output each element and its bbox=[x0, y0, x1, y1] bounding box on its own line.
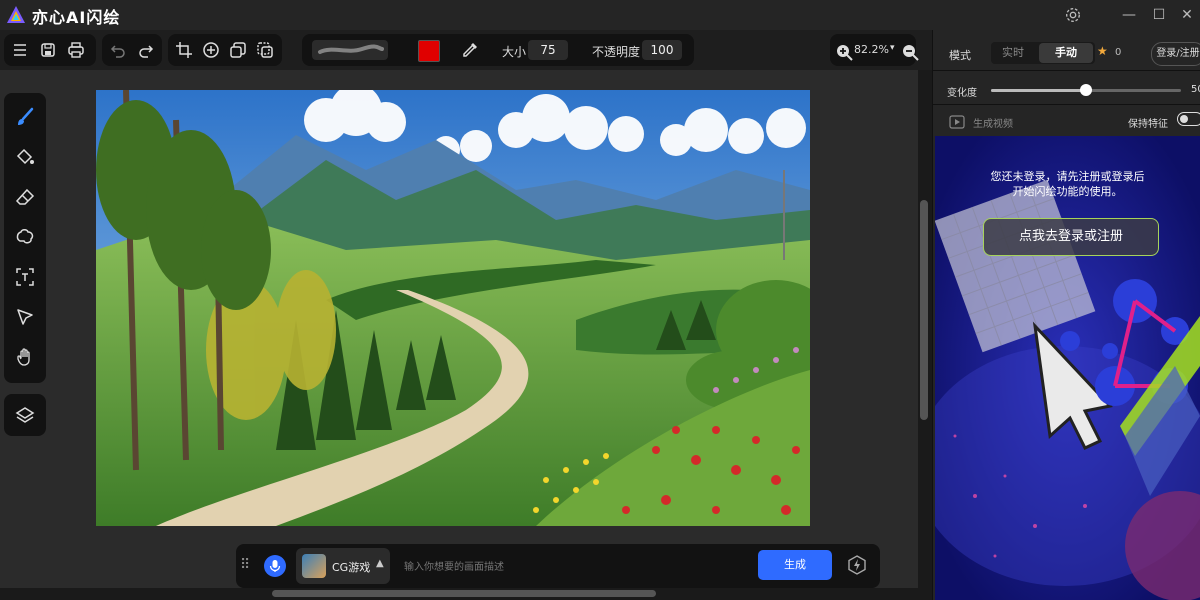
zoom-dropdown-icon[interactable]: ▾ bbox=[890, 43, 895, 53]
variation-value: 50 bbox=[1191, 84, 1200, 95]
prompt-bar: ⠿ CG游戏 ▲ 生成 bbox=[236, 544, 880, 588]
style-thumbnail bbox=[302, 554, 326, 578]
mode-toggle: 实时 手动 bbox=[991, 42, 1095, 64]
login-register-button[interactable]: 登录/注册 bbox=[1151, 42, 1200, 66]
keep-features-label: 保持特征 bbox=[1128, 119, 1168, 130]
canvas-toolbar bbox=[168, 34, 282, 66]
mode-realtime-tab[interactable]: 实时 bbox=[991, 42, 1035, 64]
brush-toolbar: 大小 75 不透明度 100 bbox=[302, 34, 694, 66]
variation-slider-track[interactable] bbox=[991, 84, 1181, 96]
vertical-scroll-thumb[interactable] bbox=[920, 200, 928, 420]
panel-divider-2 bbox=[933, 104, 1200, 105]
app-title: 亦心AI闪绘 bbox=[32, 8, 121, 27]
menu-icon[interactable] bbox=[10, 40, 30, 60]
eyedropper-icon[interactable] bbox=[460, 40, 480, 60]
prompt-input[interactable] bbox=[402, 556, 746, 578]
horizontal-scroll-thumb[interactable] bbox=[272, 590, 656, 597]
stars-count: 0 bbox=[1115, 47, 1122, 58]
history-toolbar bbox=[102, 34, 162, 66]
star-icon: ★ bbox=[1097, 44, 1108, 58]
login-message-line2: 开始闪绘功能的使用。 bbox=[1012, 185, 1123, 198]
zoom-level[interactable]: 82.2% bbox=[854, 43, 889, 56]
canvas-image[interactable] bbox=[96, 90, 810, 526]
brush-icon[interactable] bbox=[15, 107, 35, 127]
opacity-label: 不透明度 bbox=[592, 45, 641, 59]
model-settings-icon[interactable] bbox=[846, 554, 868, 576]
app-logo-icon bbox=[7, 6, 25, 23]
text-select-icon[interactable] bbox=[15, 267, 35, 287]
merge-icon[interactable] bbox=[255, 40, 275, 60]
generate-button[interactable]: 生成 bbox=[758, 550, 832, 580]
variation-label: 变化度 bbox=[947, 88, 977, 99]
layers-icon bbox=[15, 405, 35, 425]
drag-handle-icon[interactable]: ⠿ bbox=[240, 557, 250, 573]
zoom-out-icon[interactable] bbox=[900, 42, 919, 61]
copy-icon[interactable] bbox=[228, 40, 248, 60]
mode-manual-tab[interactable]: 手动 bbox=[1039, 43, 1093, 63]
crop-icon[interactable] bbox=[174, 40, 194, 60]
opacity-input[interactable]: 100 bbox=[642, 40, 682, 60]
settings-icon[interactable] bbox=[1064, 6, 1082, 24]
keep-features-toggle[interactable] bbox=[1177, 112, 1200, 126]
size-label: 大小 bbox=[502, 45, 527, 59]
tool-palette bbox=[4, 93, 46, 383]
style-selector[interactable]: CG游戏 ▲ bbox=[296, 548, 390, 584]
maximize-button[interactable]: ☐ bbox=[1150, 6, 1168, 24]
size-input[interactable]: 75 bbox=[528, 40, 568, 60]
select-arrow-icon[interactable] bbox=[15, 307, 35, 327]
style-name: CG游戏 bbox=[332, 561, 371, 574]
video-icon bbox=[949, 114, 965, 129]
brush-preview[interactable] bbox=[312, 40, 388, 60]
generate-video-label[interactable]: 生成视频 bbox=[973, 115, 1013, 130]
login-promo: 您还未登录，请先注册或登录后 开始闪绘功能的使用。 点我去登录或注册 bbox=[935, 136, 1200, 600]
style-dropdown-icon: ▲ bbox=[376, 558, 384, 569]
eraser-icon[interactable] bbox=[15, 187, 35, 207]
mode-label: 模式 bbox=[949, 49, 971, 62]
lasso-icon[interactable] bbox=[15, 227, 35, 247]
login-message-line1: 您还未登录，请先注册或登录后 bbox=[990, 170, 1145, 183]
color-swatch[interactable] bbox=[418, 40, 440, 62]
save-icon[interactable] bbox=[38, 40, 58, 60]
panel-divider bbox=[933, 70, 1200, 71]
file-toolbar bbox=[4, 34, 96, 66]
login-cta-button[interactable]: 点我去登录或注册 bbox=[983, 218, 1159, 256]
title-bar: 亦心AI闪绘 — ☐ ✕ bbox=[0, 0, 1200, 30]
zoom-in-icon[interactable] bbox=[834, 42, 853, 61]
add-circle-icon[interactable] bbox=[201, 40, 221, 60]
variation-slider-knob[interactable] bbox=[1080, 84, 1092, 96]
close-button[interactable]: ✕ bbox=[1178, 6, 1196, 24]
variation-slider-fill bbox=[991, 89, 1086, 92]
microphone-icon[interactable] bbox=[264, 555, 286, 577]
minimize-button[interactable]: — bbox=[1120, 6, 1138, 24]
print-icon[interactable] bbox=[66, 40, 86, 60]
redo-icon[interactable] bbox=[136, 40, 156, 60]
fill-icon[interactable] bbox=[15, 147, 35, 167]
zoom-toolbar: 82.2% ▾ bbox=[830, 34, 919, 66]
hand-icon[interactable] bbox=[15, 347, 35, 367]
layers-button[interactable] bbox=[4, 394, 46, 436]
promo-illustration bbox=[935, 136, 1200, 600]
undo-icon[interactable] bbox=[108, 40, 128, 60]
